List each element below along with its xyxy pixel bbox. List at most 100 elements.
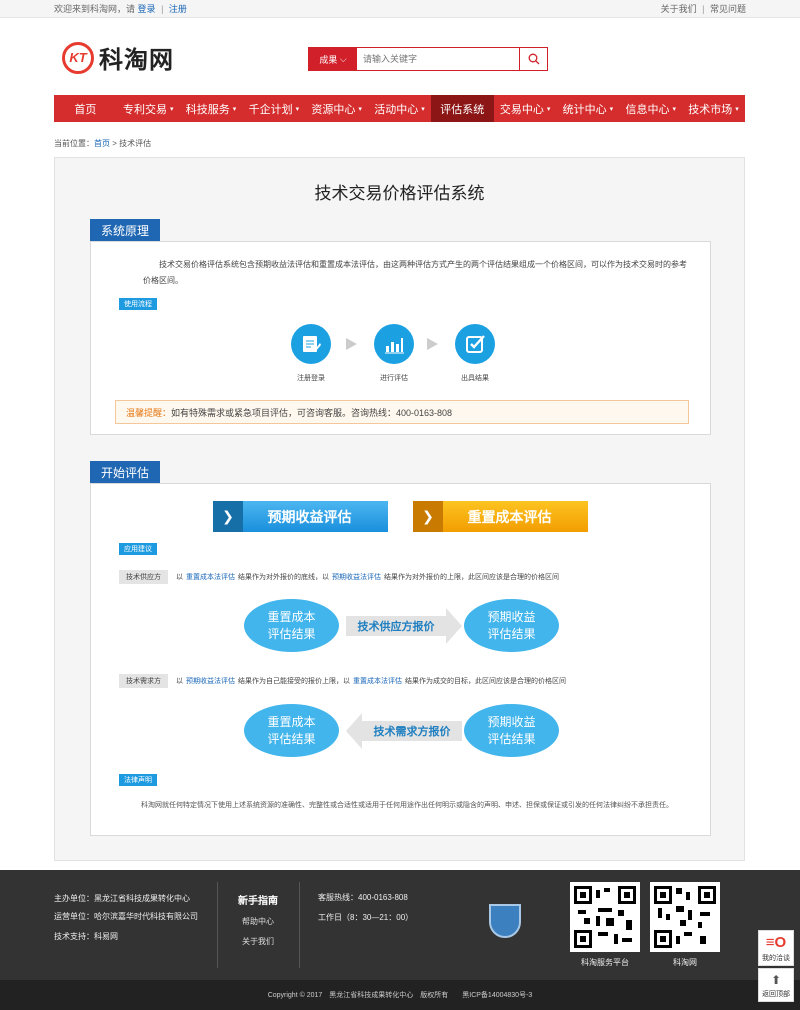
- nav-item[interactable]: 信息中心 ▾: [619, 95, 682, 122]
- nav-label: 技术市场: [688, 103, 733, 116]
- role-badge: 技术需求方: [119, 674, 168, 688]
- qr-code-icon: [570, 882, 640, 952]
- help-link[interactable]: 帮助中心: [217, 916, 299, 927]
- tips-key: 温馨提醒：: [126, 407, 172, 418]
- search-bar: 成果 ⌵: [308, 47, 548, 71]
- info-label: 运营单位：: [54, 912, 94, 921]
- nav-item[interactable]: 科技服务 ▾: [180, 95, 243, 122]
- support-info: 技术支持：科易网: [54, 931, 118, 942]
- nav-label: 信息中心: [625, 103, 670, 116]
- arrow-label: 技术供应方报价: [357, 621, 435, 633]
- nav-label: 活动中心: [374, 103, 419, 116]
- nav-item[interactable]: 资源中心 ▾: [305, 95, 368, 122]
- info-label: 技术支持：: [54, 932, 94, 941]
- search-category: 成果: [319, 54, 338, 65]
- faq-link[interactable]: 常见问题: [710, 4, 746, 14]
- consult-label: 我的洽谈: [762, 955, 790, 962]
- search-button[interactable]: [519, 48, 547, 70]
- info-value: 黑龙江省科技成果转化中心: [94, 894, 190, 903]
- login-link[interactable]: 登录: [138, 4, 156, 14]
- about-link[interactable]: 关于我们: [661, 4, 697, 14]
- nav-item[interactable]: 技术市场 ▾: [682, 95, 745, 122]
- nav-label: 首页: [74, 103, 97, 116]
- register-link[interactable]: 注册: [169, 4, 187, 14]
- start-section: ❯ 预期收益评估 ❯ 重置成本评估 应用建议 技术供应方 以 重置成本法评估 结…: [90, 483, 711, 836]
- breadcrumb: 当前位置：首页 > 技术评估: [54, 138, 151, 149]
- nav-item[interactable]: 统计中心 ▾: [557, 95, 620, 122]
- advice-tag: 应用建议: [119, 543, 157, 555]
- ellipse-line: 评估结果: [487, 626, 536, 641]
- nav-label: 专利交易: [122, 103, 167, 116]
- reset-cost-button[interactable]: ❯ 重置成本评估: [413, 501, 588, 532]
- nav-label: 千企计划: [248, 103, 293, 116]
- back-to-top-button[interactable]: ⬆ 返回顶部: [758, 968, 794, 1002]
- expected-income-link[interactable]: 预期收益法评估: [332, 572, 381, 582]
- arrow-label: 技术需求方报价: [373, 726, 451, 738]
- host-info: 主办单位：黑龙江省科技成果转化中心: [54, 893, 190, 904]
- button-label: 预期收益评估: [267, 508, 352, 525]
- expected-income-button[interactable]: ❯ 预期收益评估: [213, 501, 388, 532]
- info-label: 主办单位：: [54, 894, 94, 903]
- role-badge: 技术供应方: [119, 570, 168, 584]
- main-content: 技术交易价格评估系统 系统原理 技术交易价格评估系统包含预期收益法评估和重置成本…: [54, 157, 745, 861]
- chevron-right-icon: ❯: [213, 501, 243, 532]
- reset-cost-link[interactable]: 重置成本法评估: [186, 572, 235, 582]
- welcome-area: 欢迎来到科淘网，请 登录 | 注册: [54, 2, 187, 15]
- register-icon: [291, 324, 331, 364]
- advice-text: 以: [176, 574, 183, 581]
- search-input[interactable]: [357, 48, 519, 70]
- work-hours: 工作日（8：30—21：00）: [318, 913, 414, 922]
- tips-text: 如有特殊需求或紧急项目评估，可咨询客服。咨询热线：400-0163-808: [171, 407, 453, 418]
- step-register: 注册登录: [281, 324, 341, 383]
- principle-tab: 系统原理: [90, 219, 161, 241]
- ellipse-line: 预期收益: [487, 609, 536, 624]
- reset-cost-result: 重置成本 评估结果: [244, 704, 339, 757]
- divider: |: [161, 4, 164, 14]
- operator-info: 运营单位：哈尔滨嘉华时代科技有限公司: [54, 911, 198, 922]
- supplier-advice: 技术供应方 以 重置成本法评估 结果作为对外报价的底线，以 预期收益法评估 结果…: [119, 570, 559, 584]
- nav-item[interactable]: 千企计划 ▾: [242, 95, 305, 122]
- chevron-down-icon: ▾: [169, 105, 174, 113]
- nav-item[interactable]: 首页: [54, 95, 117, 122]
- nav-item[interactable]: 专利交易 ▾: [117, 95, 180, 122]
- advice-text: 结果作为自己能接受的报价上限，以: [238, 678, 350, 685]
- nav-item[interactable]: 评估系统: [430, 95, 494, 122]
- flow-tag: 使用流程: [119, 298, 157, 310]
- about-link[interactable]: 关于我们: [217, 936, 299, 947]
- breadcrumb-current: 技术评估: [119, 139, 152, 148]
- top-label: 返回顶部: [762, 991, 790, 998]
- advice-text: 结果作为成交的目标，此区间应该是合理的价格区间: [405, 678, 566, 685]
- advice-text: 以: [176, 678, 183, 685]
- guide-column: 新手指南 帮助中心 关于我们: [217, 870, 299, 947]
- demander-quote-arrow: 技术需求方报价: [362, 721, 462, 741]
- qr-label: 科淘网: [673, 958, 697, 967]
- checkbox-icon: [455, 324, 495, 364]
- reset-cost-link[interactable]: 重置成本法评估: [353, 676, 402, 686]
- qr-code-icon: [650, 882, 720, 952]
- step-evaluate: 进行评估: [364, 324, 424, 383]
- logo-name: 科淘网: [99, 47, 174, 74]
- chevron-down-icon: ▾: [358, 105, 362, 113]
- consult-button[interactable]: ≡O 我的洽谈: [758, 930, 794, 966]
- ellipse-line: 重置成本: [267, 714, 316, 729]
- arrow-up-icon: ⬆: [770, 973, 782, 987]
- law-text: 科淘网就任何特定情况下使用上述系统资源的准确性、完整性或合适性或适用于任何用途作…: [141, 802, 673, 809]
- expected-income-result: 预期收益 评估结果: [464, 599, 559, 652]
- nav-item[interactable]: 活动中心 ▾: [368, 95, 431, 122]
- divider: [299, 882, 300, 968]
- breadcrumb-home[interactable]: 首页: [94, 139, 110, 148]
- welcome-text: 欢迎来到科淘网，请: [54, 4, 136, 14]
- site-logo[interactable]: KT 科淘网: [62, 40, 174, 75]
- step-label: 进行评估: [380, 375, 408, 382]
- breadcrumb-sep: >: [110, 139, 120, 148]
- search-category-select[interactable]: 成果 ⌵: [309, 48, 357, 70]
- chevron-down-icon: ▾: [232, 105, 237, 113]
- nav-item[interactable]: 交易中心 ▾: [494, 95, 557, 122]
- page-title: 技术交易价格评估系统: [314, 184, 485, 203]
- arrow-icon: [427, 338, 438, 350]
- arrow-left-icon: [346, 713, 362, 749]
- chevron-down-icon: ▾: [735, 105, 739, 113]
- expected-income-link[interactable]: 预期收益法评估: [186, 676, 235, 686]
- main-nav: 首页 专利交易 ▾ 科技服务 ▾ 千企计划 ▾ 资源中心 ▾ 活动中心 ▾ 评估系统 交易中心 ▾ 统计中心…: [54, 95, 745, 122]
- advice-text: 结果作为对外报价的底线，以: [238, 574, 329, 581]
